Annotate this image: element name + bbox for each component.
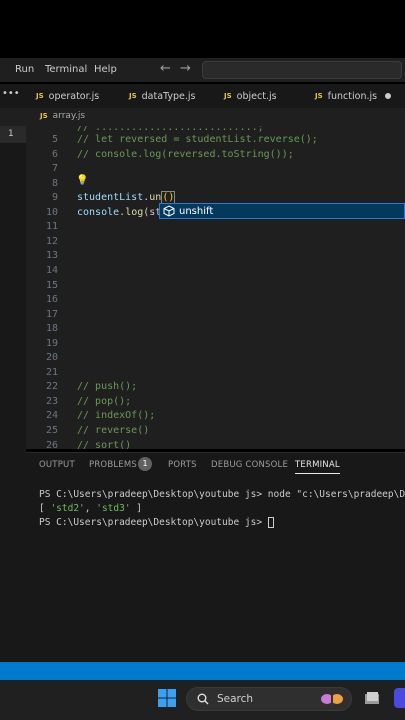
js-file-icon: JS: [129, 92, 137, 100]
tab-label: dataType.js: [141, 90, 196, 102]
line-number: 5: [51, 134, 58, 145]
tab-label: object.js: [236, 90, 277, 102]
line-number: 12: [45, 235, 58, 247]
search-placeholder: Search: [217, 693, 254, 705]
method-cube-icon: [163, 205, 175, 217]
line-number: 13: [45, 250, 58, 262]
forward-arrow-icon[interactable]: →: [180, 61, 191, 76]
line-number: 8: [51, 177, 58, 189]
menu-run[interactable]: Run: [15, 64, 34, 75]
line-number: 10: [45, 206, 58, 218]
line-number: 14: [45, 264, 58, 276]
line-number: 24: [45, 410, 58, 422]
line-number: 25: [45, 425, 58, 436]
more-icon[interactable]: •••: [2, 88, 20, 99]
js-file-icon: JS: [36, 92, 44, 100]
taskbar-app-icon[interactable]: [394, 688, 405, 708]
code-editor[interactable]: // ...........................; 5 // let …: [26, 126, 405, 449]
butterfly-icon: [321, 694, 343, 706]
line-number: 22: [45, 381, 58, 393]
editor-tab-bar: ••• JS operator.js JS dataType.js JS obj…: [0, 84, 405, 108]
tab-problems[interactable]: PROBLEMS: [89, 460, 137, 470]
line-number: 9: [51, 192, 58, 204]
line-number: 18: [45, 323, 58, 335]
tab-terminal[interactable]: TERMINAL: [295, 460, 340, 474]
autocomplete-suggestion[interactable]: unshift: [159, 203, 405, 219]
line-number: 6: [51, 148, 58, 160]
file-explorer-icon[interactable]: [364, 690, 380, 706]
string-value: 'std3': [96, 503, 131, 514]
array-open: [: [39, 503, 51, 514]
code-line: // pop();: [77, 395, 132, 407]
breadcrumb-file-label: array.js: [52, 111, 86, 121]
token-identifier: studentList: [77, 192, 144, 204]
line-number: 11: [45, 221, 58, 233]
menu-terminal[interactable]: Terminal: [45, 64, 87, 75]
selected-line-number: 1: [8, 129, 14, 139]
code-line: // sort(): [77, 439, 132, 449]
breadcrumb-file[interactable]: JS array.js: [40, 111, 85, 121]
terminal-cursor: [267, 517, 274, 528]
code-line: // let reversed = studentList.reverse();: [77, 134, 318, 145]
js-file-icon: JS: [315, 92, 323, 100]
code-line: // reverse(): [77, 425, 150, 436]
status-bar: [0, 662, 405, 680]
separator: ,: [84, 503, 97, 514]
suggestion-label: unshift: [179, 205, 214, 217]
tab-operator[interactable]: JS operator.js: [36, 84, 99, 108]
windows-taskbar: Search: [0, 680, 405, 720]
tab-object[interactable]: JS object.js: [224, 84, 277, 108]
token-method: un: [149, 192, 162, 204]
terminal-line: PS C:\Users\pradeep\Desktop\youtube js> …: [39, 489, 405, 500]
unsaved-dot-icon[interactable]: [385, 93, 392, 99]
prompt-text: PS C:\Users\pradeep\Desktop\youtube js>: [39, 517, 268, 528]
line-number: 19: [45, 337, 58, 349]
code-line: // console.log(reversed.toString());: [77, 148, 294, 160]
code-line-9: studentList.un(): [77, 191, 176, 205]
token-method: log: [125, 206, 144, 218]
code-line: // indexOf();: [77, 410, 156, 422]
partially-hidden-line: // ...........................;: [77, 126, 264, 133]
line-number: 26: [45, 439, 58, 449]
line-number: 21: [45, 366, 58, 378]
token-identifier: console: [77, 206, 120, 218]
command-center-search[interactable]: [202, 61, 402, 79]
search-icon: [197, 693, 209, 705]
tab-datatype[interactable]: JS dataType.js: [129, 84, 195, 108]
code-line-10: console.log(st: [77, 207, 161, 218]
panel-left-strip: [0, 452, 26, 662]
line-number: 15: [45, 279, 58, 291]
line-number: 23: [45, 395, 58, 407]
windows-start-icon[interactable]: [157, 688, 177, 708]
terminal-prompt[interactable]: PS C:\Users\pradeep\Desktop\youtube js>: [39, 517, 274, 528]
array-close: ]: [130, 503, 143, 514]
line-number: 7: [51, 163, 58, 175]
lightbulb-icon[interactable]: 💡: [76, 175, 88, 186]
back-arrow-icon[interactable]: ←: [160, 61, 171, 76]
js-file-icon: JS: [224, 92, 232, 100]
tab-debug-console[interactable]: DEBUG CONSOLE: [211, 460, 288, 470]
tab-label: operator.js: [48, 90, 100, 102]
problems-count-badge: 1: [138, 457, 152, 471]
line-number: 17: [45, 308, 58, 320]
terminal-output-line: [ 'std2', 'std3' ]: [39, 503, 142, 514]
js-file-icon: JS: [40, 112, 48, 120]
tab-label: function.js: [327, 90, 378, 102]
line-number: 20: [45, 352, 58, 364]
taskbar-search[interactable]: Search: [186, 687, 352, 711]
tab-ports[interactable]: PORTS: [168, 460, 197, 470]
menu-help[interactable]: Help: [94, 64, 117, 75]
bottom-panel: OUTPUT PROBLEMS 1 PORTS DEBUG CONSOLE TE…: [26, 452, 405, 662]
menu-bar: Run Terminal Help ← →: [0, 58, 405, 82]
code-line: // push();: [77, 381, 138, 393]
tab-output[interactable]: OUTPUT: [39, 460, 75, 470]
line-number: 16: [45, 294, 58, 306]
breadcrumb: JS array.js: [0, 108, 405, 126]
string-value: 'std2': [50, 503, 85, 514]
tab-function[interactable]: JS function.js: [315, 84, 392, 108]
